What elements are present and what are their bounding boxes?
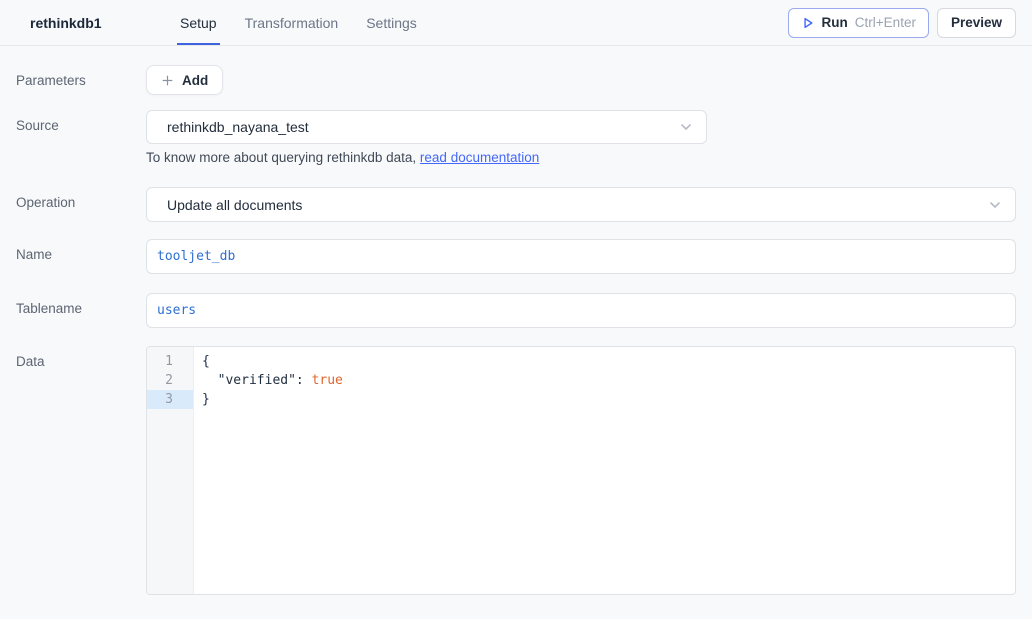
- chevron-down-icon: [987, 197, 1003, 213]
- plus-icon: [161, 74, 174, 87]
- run-shortcut-hint: Ctrl+Enter: [855, 15, 916, 30]
- tab-transformation-label: Transformation: [245, 15, 339, 31]
- query-tabs: Setup Transformation Settings: [180, 0, 417, 45]
- source-select[interactable]: rethinkdb_nayana_test: [146, 110, 707, 144]
- run-button[interactable]: Run Ctrl+Enter: [788, 8, 929, 38]
- tablename-row: Tablename: [16, 293, 1016, 328]
- data-label: Data: [16, 346, 146, 369]
- play-icon: [801, 16, 815, 30]
- data-code-editor[interactable]: 1 2 3 { "verified": true }: [146, 346, 1016, 595]
- operation-label: Operation: [16, 187, 146, 210]
- query-title: rethinkdb1: [30, 15, 180, 31]
- add-parameter-label: Add: [182, 73, 208, 88]
- tab-transformation[interactable]: Transformation: [245, 0, 339, 45]
- read-documentation-link[interactable]: read documentation: [420, 150, 539, 165]
- preview-button[interactable]: Preview: [937, 8, 1016, 38]
- code-token: :: [296, 373, 312, 388]
- tablename-input[interactable]: [146, 293, 1016, 328]
- source-selected-value: rethinkdb_nayana_test: [167, 119, 678, 135]
- source-helper-text: To know more about querying rethinkdb da…: [146, 150, 1016, 165]
- parameters-row: Parameters Add: [16, 65, 1016, 95]
- operation-selected-value: Update all documents: [167, 197, 987, 213]
- operation-select[interactable]: Update all documents: [146, 187, 1016, 222]
- line-number-active: 3: [147, 390, 193, 409]
- code-area[interactable]: { "verified": true }: [194, 347, 1015, 594]
- line-number: 2: [147, 371, 193, 390]
- tablename-label: Tablename: [16, 293, 146, 316]
- code-token: {: [202, 354, 210, 369]
- tab-settings-label: Settings: [366, 15, 417, 31]
- code-token: }: [202, 392, 210, 407]
- tab-settings[interactable]: Settings: [366, 0, 417, 45]
- name-input[interactable]: [146, 239, 1016, 274]
- code-line: "verified": true: [202, 371, 1015, 390]
- code-line: {: [202, 352, 1015, 371]
- tab-setup-label: Setup: [180, 15, 217, 31]
- source-row: Source rethinkdb_nayana_test To know mor…: [16, 110, 1016, 165]
- header-actions: Run Ctrl+Enter Preview: [788, 8, 1016, 38]
- add-parameter-button[interactable]: Add: [146, 65, 223, 95]
- name-label: Name: [16, 239, 146, 262]
- run-button-label: Run: [822, 15, 848, 30]
- query-editor-header: rethinkdb1 Setup Transformation Settings…: [0, 0, 1032, 46]
- line-number-gutter: 1 2 3: [147, 347, 194, 594]
- source-label: Source: [16, 110, 146, 133]
- operation-row: Operation Update all documents: [16, 187, 1016, 222]
- query-setup-panel: Parameters Add Source rethinkdb_nayana_t…: [0, 46, 1032, 595]
- line-number: 1: [147, 352, 193, 371]
- code-token: "verified": [202, 373, 296, 388]
- tab-setup[interactable]: Setup: [180, 0, 217, 45]
- chevron-down-icon: [678, 119, 694, 135]
- code-line: }: [202, 390, 1015, 409]
- parameters-label: Parameters: [16, 65, 146, 88]
- code-token: true: [312, 373, 343, 388]
- helper-prefix: To know more about querying rethinkdb da…: [146, 150, 420, 165]
- name-row: Name: [16, 239, 1016, 274]
- data-row: Data 1 2 3 { "verified": true }: [16, 346, 1016, 595]
